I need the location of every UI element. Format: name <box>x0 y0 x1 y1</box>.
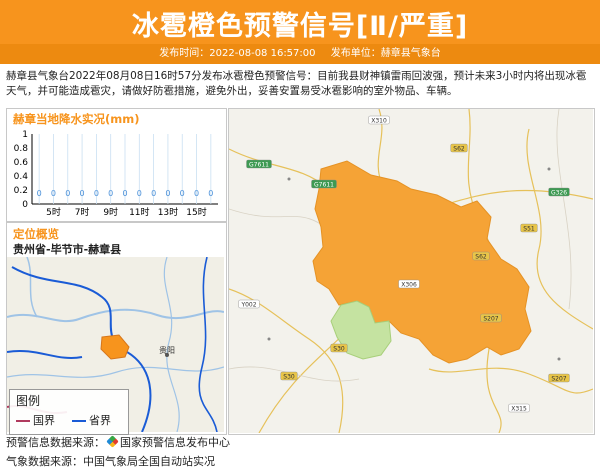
chart-y-tick-label: 1 <box>22 130 28 140</box>
weather-source-line: 气象数据来源：中国气象局全国自动站实况 <box>6 453 215 469</box>
nmc-logo-icon <box>106 435 119 448</box>
warning-description: 赫章县气象台2022年08月08日16时57分发布冰雹橙色预警信号：目前我县财神… <box>6 70 587 97</box>
map-legend: 图例 国界 省界 <box>9 389 129 435</box>
warning-source: 国家预警信息发布中心 <box>120 436 230 449</box>
chart-value-label: 0 <box>194 189 199 198</box>
chart-y-tick-label: 0.2 <box>14 186 28 196</box>
road-shield-label: S207 <box>551 376 566 383</box>
warning-source-line: 预警信息数据来源： 国家预警信息发布中心 <box>6 434 230 450</box>
rain-chart: 00.20.40.60.810 05时0 07时0 09时0 011时0 013时0 015… <box>14 130 218 218</box>
legend-label-province: 省界 <box>89 414 111 427</box>
road-shield-label: S30 <box>283 374 295 381</box>
publish-unit-label: 发布单位： <box>330 48 381 59</box>
road-shield-label: G326 <box>551 190 567 197</box>
road-shield: S62 <box>472 251 490 261</box>
chart-value-label: 0 <box>137 189 142 198</box>
chart-value-label: 0 <box>51 189 56 198</box>
road-shield: G326 <box>548 187 570 197</box>
chart-value-label: 0 <box>94 189 99 198</box>
chart-x-tick-label: 13时 <box>158 206 178 218</box>
warning-meta: 发布时间：2022-08-08 16:57:00 发布单位：赫章县气象台 <box>0 44 600 64</box>
road-shield-label: G7611 <box>249 162 269 169</box>
national-border-swatch <box>16 420 30 422</box>
chart-value-label: 0 <box>180 189 185 198</box>
road-shield-label: Y002 <box>240 302 256 309</box>
road-shield: Y002 <box>238 299 260 309</box>
road-shield-label: S62 <box>453 146 465 153</box>
weather-source-label: 气象数据来源： <box>6 455 83 468</box>
chart-x-tick-label: 7时 <box>75 206 90 218</box>
chart-x-tick-label: 9时 <box>103 206 118 218</box>
road-shield-label: S207 <box>483 316 498 323</box>
location-panel-title: 定位概览 <box>13 227 59 241</box>
publish-unit: 发布单位：赫章县气象台 <box>331 48 441 59</box>
chart-y-tick-label: 0 <box>22 200 28 210</box>
publish-time: 发布时间：2022-08-08 16:57:00 <box>159 48 315 59</box>
road-shield: S207 <box>548 373 570 383</box>
detail-map: G7611 G7611 G326 S62 S62 S51 S30 S30 X306 X310 S20… <box>229 109 593 433</box>
road-shield: S62 <box>450 143 468 153</box>
road-shield-label: S51 <box>523 226 535 233</box>
road-shield-label: X306 <box>401 282 417 289</box>
chart-x-tick-label: 15时 <box>186 206 206 218</box>
chart-value-label: 0 <box>37 189 42 198</box>
road-shield-label: X315 <box>511 406 527 413</box>
chart-y-tick-label: 0.8 <box>14 144 29 154</box>
publish-unit-value: 赫章县气象台 <box>380 48 441 59</box>
chart-value-label: 0 <box>108 189 113 198</box>
road-shield: G7611 <box>246 159 272 169</box>
chart-value-label: 0 <box>151 189 156 198</box>
road-shield-label: S62 <box>475 254 487 261</box>
chart-value-label: 0 <box>65 189 70 198</box>
chart-x-tick-label: 11时 <box>129 206 149 218</box>
road-shield: X310 <box>368 115 390 125</box>
road-shield: S51 <box>520 223 538 233</box>
location-path: 贵州省-毕节市-赫章县 <box>13 243 122 256</box>
chart-y-tick-label: 0.4 <box>14 172 29 182</box>
overview-city-label: 贵阳 <box>159 345 175 355</box>
weather-source: 中国气象局全国自动站实况 <box>83 455 215 468</box>
legend-item-national-border: 国界 <box>16 412 55 428</box>
publish-time-value: 2022-08-08 16:57:00 <box>209 48 316 59</box>
chart-y-tick-label: 0.6 <box>14 158 29 168</box>
road-shield: S30 <box>330 343 348 353</box>
road-shield: X306 <box>398 279 420 289</box>
legend-label-national: 国界 <box>33 414 55 427</box>
province-border-swatch <box>72 420 86 422</box>
chart-value-label: 0 <box>208 189 213 198</box>
warning-source-label: 预警信息数据来源： <box>6 436 105 449</box>
warning-title: 冰雹橙色预警信号[Ⅱ/严重] <box>131 11 469 42</box>
road-shield-label: G7611 <box>314 182 334 189</box>
road-shield: S30 <box>280 371 298 381</box>
legend-title: 图例 <box>16 394 41 408</box>
road-shield: X315 <box>508 403 530 413</box>
chart-value-label: 0 <box>80 189 85 198</box>
chart-x-tick-label: 5时 <box>46 206 61 218</box>
chart-value-label: 0 <box>165 189 170 198</box>
publish-time-label: 发布时间： <box>159 48 210 59</box>
legend-item-province-border: 省界 <box>72 412 111 428</box>
chart-value-label: 0 <box>122 189 127 198</box>
road-shield-label: S30 <box>333 346 345 353</box>
road-shield: S207 <box>480 313 502 323</box>
road-shield: G7611 <box>311 179 337 189</box>
road-shield-label: X310 <box>371 118 387 125</box>
warning-header: 冰雹橙色预警信号[Ⅱ/严重] 发布时间：2022-08-08 16:57:00 … <box>0 0 600 64</box>
rain-panel-title: 赫章当地降水实况(mm) <box>13 112 140 126</box>
